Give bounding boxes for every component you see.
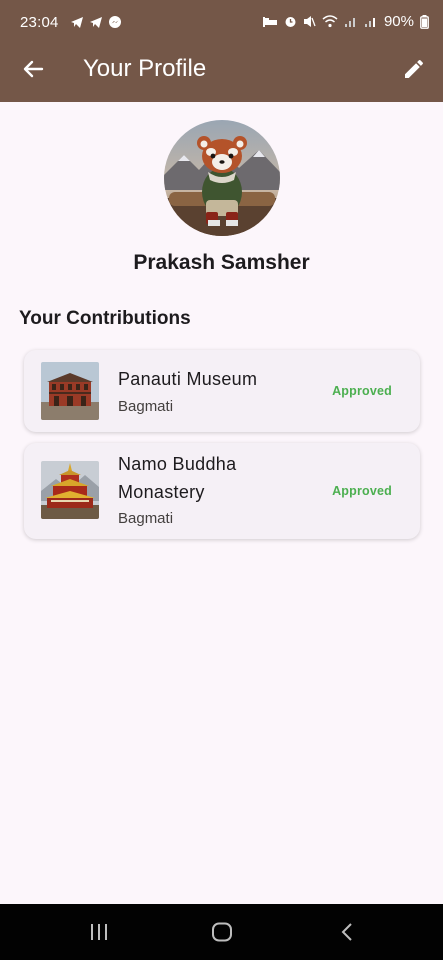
edit-profile-button[interactable] bbox=[399, 54, 429, 84]
status-badge: Approved bbox=[332, 384, 392, 398]
contribution-card[interactable]: Namo Buddha Monastery Bagmati Approved bbox=[24, 443, 420, 539]
contribution-region: Bagmati bbox=[118, 510, 174, 527]
home-icon bbox=[212, 922, 232, 942]
contribution-region: Bagmati bbox=[118, 398, 174, 415]
back-button[interactable] bbox=[18, 54, 48, 84]
telegram-icon bbox=[71, 16, 83, 28]
mute-icon bbox=[303, 16, 316, 27]
system-nav-bar bbox=[0, 904, 443, 960]
status-bar: 23:04 90% bbox=[0, 0, 443, 46]
page-title: Your Profile bbox=[83, 55, 207, 82]
recent-apps-icon bbox=[91, 924, 107, 940]
signal-icon bbox=[364, 18, 375, 27]
status-time: 23:04 bbox=[20, 14, 59, 31]
battery-level: 90% bbox=[383, 13, 414, 30]
contribution-thumbnail bbox=[41, 461, 99, 519]
nav-back-button[interactable] bbox=[332, 918, 362, 946]
battery-icon bbox=[420, 14, 429, 29]
arrow-back-icon bbox=[23, 60, 44, 78]
contribution-card[interactable]: Panauti Museum Bagmati Approved bbox=[24, 350, 420, 432]
museum-building-image bbox=[41, 362, 99, 420]
recent-apps-button[interactable] bbox=[84, 918, 114, 946]
signal-icon bbox=[344, 18, 355, 27]
avatar[interactable] bbox=[164, 120, 280, 236]
sleep-mode-icon bbox=[262, 16, 277, 27]
profile-name: Prakash Samsher bbox=[133, 251, 310, 274]
back-icon bbox=[341, 923, 352, 941]
status-badge: Approved bbox=[332, 484, 392, 498]
contribution-thumbnail bbox=[41, 362, 99, 420]
contribution-title: Namo Buddha Monastery bbox=[118, 454, 237, 502]
notification-icons bbox=[70, 15, 122, 29]
system-status-icons: 90% bbox=[262, 13, 429, 30]
home-button[interactable] bbox=[207, 918, 237, 946]
contribution-title: Panauti Museum bbox=[118, 369, 258, 389]
pencil-icon bbox=[405, 60, 423, 78]
wifi-icon bbox=[322, 15, 338, 28]
red-panda-avatar bbox=[164, 120, 280, 236]
alarm-icon bbox=[285, 17, 296, 27]
messenger-icon bbox=[109, 16, 121, 28]
telegram-icon bbox=[90, 16, 102, 28]
monastery-image bbox=[41, 461, 99, 519]
contributions-heading: Your Contributions bbox=[19, 308, 191, 329]
app-header: 23:04 90% Your Profile bbox=[0, 0, 443, 102]
